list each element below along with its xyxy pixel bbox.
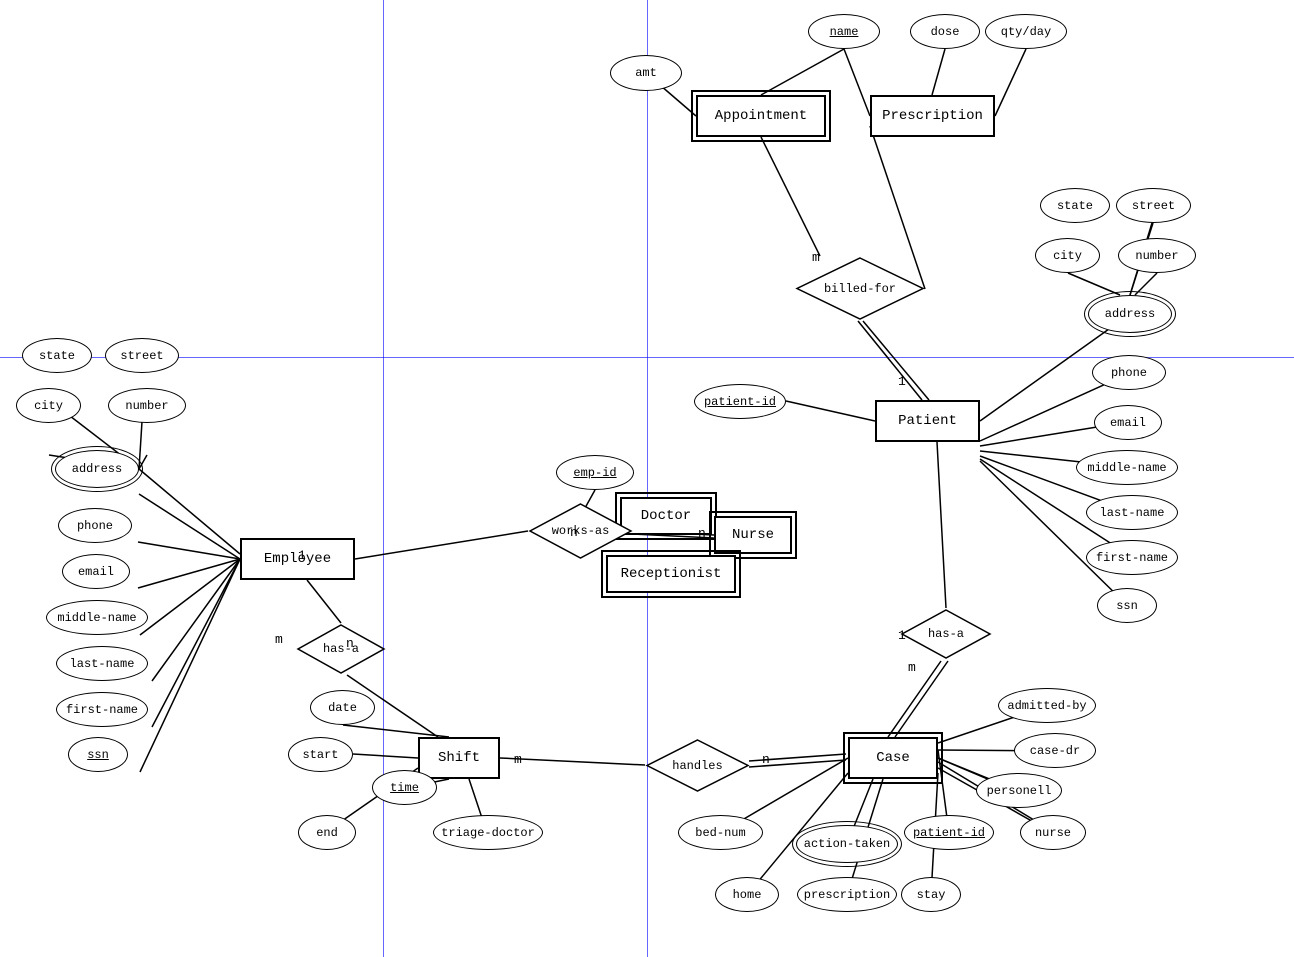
- attribute-case-home: home: [715, 877, 779, 912]
- entity-case: Case: [848, 737, 938, 779]
- cardinality-label: m: [908, 660, 916, 675]
- attribute-emp-street: street: [105, 338, 179, 373]
- attribute-pat-email: email: [1094, 405, 1162, 440]
- attribute-emp-id: emp-id: [556, 455, 634, 490]
- attribute-shift-start: start: [288, 737, 353, 772]
- cardinality-label: n: [762, 752, 770, 767]
- attribute-shift-time: time: [372, 770, 437, 805]
- attribute-pat-city: city: [1035, 238, 1100, 273]
- attribute-emp-city: city: [16, 388, 81, 423]
- attribute-case-actiontaken: action-taken: [796, 825, 898, 863]
- attribute-case-admitted: admitted-by: [998, 688, 1096, 723]
- attribute-presc-dose: dose: [910, 14, 980, 49]
- attribute-presc-qty: qty/day: [985, 14, 1067, 49]
- relationship-has-a-pat: has-a: [900, 608, 992, 660]
- entity-receptionist: Receptionist: [606, 555, 736, 593]
- attribute-case-personell: personell: [976, 773, 1062, 808]
- attribute-shift-date: date: [310, 690, 375, 725]
- attribute-emp-number: number: [108, 388, 186, 423]
- attribute-case-stay: stay: [901, 877, 961, 912]
- attribute-emp-first: first-name: [56, 692, 148, 727]
- cardinality-label: 1: [298, 548, 306, 563]
- attribute-emp-state: state: [22, 338, 92, 373]
- attribute-amt: amt: [610, 55, 682, 91]
- attribute-pat-middle: middle-name: [1076, 450, 1178, 485]
- grid-line-vertical-1: [383, 0, 384, 957]
- attribute-case-prescription: prescription: [797, 877, 897, 912]
- attribute-case-nurse: nurse: [1020, 815, 1086, 850]
- grid-line-horizontal-1: [0, 357, 1294, 358]
- attribute-shift-triage: triage-doctor: [433, 815, 543, 850]
- cardinality-label: n: [698, 526, 706, 541]
- attribute-pat-number: number: [1118, 238, 1196, 273]
- entity-shift: Shift: [418, 737, 500, 779]
- attribute-pat-address: address: [1088, 295, 1172, 333]
- attribute-case-bednum: bed-num: [678, 815, 763, 850]
- attribute-pat-last: last-name: [1086, 495, 1178, 530]
- attribute-pat-first: first-name: [1086, 540, 1178, 575]
- grid-line-vertical-2: [647, 0, 648, 957]
- attribute-case-casedr: case-dr: [1014, 733, 1096, 768]
- entity-appointment: Appointment: [696, 95, 826, 137]
- cardinality-label: 1: [898, 374, 906, 389]
- attribute-pat-ssn: ssn: [1097, 588, 1157, 623]
- entity-prescription: Prescription: [870, 95, 995, 137]
- attribute-pat-id: patient-id: [694, 384, 786, 419]
- attribute-emp-ssn: ssn: [68, 737, 128, 772]
- attribute-case-patientid: patient-id: [904, 815, 994, 850]
- cardinality-label: m: [514, 752, 522, 767]
- entity-nurse: Nurse: [714, 516, 792, 554]
- relationship-billed-for: billed-for: [795, 256, 925, 321]
- attribute-emp-last: last-name: [56, 646, 148, 681]
- er-diagram-canvas: AppointmentPrescriptionPatientEmployeeDo…: [0, 0, 1294, 957]
- attribute-pat-state: state: [1040, 188, 1110, 223]
- attribute-emp-middle: middle-name: [46, 600, 148, 635]
- relationship-handles: handles: [645, 738, 750, 793]
- attribute-pat-phone: phone: [1092, 355, 1166, 390]
- attribute-shift-end: end: [298, 815, 356, 850]
- attribute-emp-phone: phone: [58, 508, 132, 543]
- relationship-works-as: works-as: [528, 502, 633, 560]
- attribute-pat-street: street: [1116, 188, 1191, 223]
- entity-patient: Patient: [875, 400, 980, 442]
- attribute-emp-email: email: [62, 554, 130, 589]
- cardinality-label: m: [275, 632, 283, 647]
- attribute-appt-name: name: [808, 14, 880, 49]
- attribute-emp-address: address: [55, 450, 139, 488]
- relationship-has-a-emp: has-a: [296, 623, 386, 675]
